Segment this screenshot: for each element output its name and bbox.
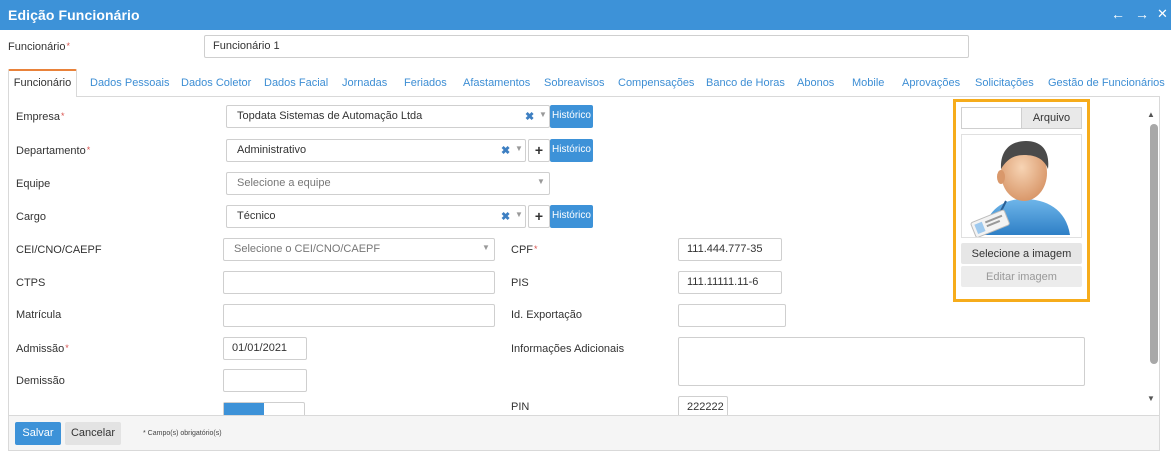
clear-icon[interactable]: ✖ (501, 144, 510, 157)
matricula-label: Matrícula (16, 309, 62, 321)
empresa-history-button[interactable]: Histórico (550, 105, 593, 128)
equipe-placeholder: Selecione a equipe (237, 177, 331, 189)
cei-select[interactable]: Selecione o CEI/CNO/CAEPF ▼ (223, 238, 495, 261)
departamento-value: Administrativo (237, 144, 307, 156)
informacoes-label: Informações Adicionais (511, 343, 625, 355)
admissao-label: Admissão* (16, 343, 69, 355)
id-exportacao-label: Id. Exportação (511, 309, 582, 321)
ctps-label: CTPS (16, 277, 46, 289)
chevron-down-icon: ▼ (515, 144, 523, 153)
id-exportacao-input[interactable] (678, 304, 786, 327)
scrollbar-thumb[interactable] (1150, 124, 1158, 364)
clear-icon[interactable]: ✖ (525, 110, 534, 123)
tab-gestao-de-funcionarios[interactable]: Gestão de Funcionários (1048, 69, 1165, 97)
pis-input[interactable]: 111.11111.11-6 (678, 271, 782, 294)
window-title: Edição Funcionário (8, 7, 140, 23)
pis-label: PIS (511, 277, 529, 289)
cargo-select[interactable]: Técnico ✖ ▼ (226, 205, 526, 228)
empresa-label: Empresa* (16, 111, 65, 123)
form-panel: Empresa* Topdata Sistemas de Automação L… (8, 97, 1160, 415)
pin-input[interactable]: 222222 (678, 396, 728, 415)
equipe-select[interactable]: Selecione a equipe ▼ (226, 172, 550, 195)
tab-funcionario[interactable]: Funcionário (8, 69, 77, 98)
cargo-history-button[interactable]: Histórico (550, 205, 593, 228)
demissao-label: Demissão (16, 375, 65, 387)
window-titlebar: Edição Funcionário ← → ✕ (0, 0, 1171, 30)
arrow-left-icon[interactable]: ← (1111, 6, 1125, 22)
save-button[interactable]: Salvar (15, 422, 61, 445)
file-browse-button[interactable]: Arquivo (1021, 108, 1081, 128)
cargo-value: Técnico (237, 210, 276, 222)
tab-aprovacoes[interactable]: Aprovações (902, 69, 960, 97)
chevron-down-icon: ▼ (539, 110, 547, 119)
empresa-select[interactable]: Topdata Sistemas de Automação Ltda ✖ ▼ (226, 105, 550, 128)
departamento-label: Departamento* (16, 145, 91, 157)
tab-mobile[interactable]: Mobile (852, 69, 884, 97)
departamento-select[interactable]: Administrativo ✖ ▼ (226, 139, 526, 162)
scroll-up-icon[interactable]: ▲ (1147, 110, 1155, 119)
toggle-switch[interactable] (223, 402, 305, 415)
tab-feriados[interactable]: Feriados (404, 69, 447, 97)
tab-afastamentos[interactable]: Afastamentos (463, 69, 530, 97)
departamento-add-button[interactable]: + (528, 139, 550, 162)
tab-dados-facial[interactable]: Dados Facial (264, 69, 328, 97)
chevron-down-icon: ▼ (515, 210, 523, 219)
equipe-label: Equipe (16, 178, 51, 190)
toggle-switch-on (224, 403, 264, 415)
tab-bar: Funcionário Dados Pessoais Dados Coletor… (8, 69, 1165, 98)
empresa-value: Topdata Sistemas de Automação Ltda (237, 110, 423, 122)
user-avatar-icon (970, 141, 1070, 238)
funcionario-input[interactable]: Funcionário 1 (204, 35, 969, 58)
tab-jornadas[interactable]: Jornadas (342, 69, 387, 97)
scroll-down-icon[interactable]: ▼ (1147, 394, 1155, 403)
informacoes-textarea[interactable] (678, 337, 1085, 386)
cpf-label: CPF* (511, 244, 538, 256)
departamento-history-button[interactable]: Histórico (550, 139, 593, 162)
photo-upload-box: Arquivo Selecione a imagem Editar imagem (953, 99, 1090, 302)
demissao-input[interactable] (223, 369, 307, 392)
clear-icon[interactable]: ✖ (501, 210, 510, 223)
admissao-input[interactable]: 01/01/2021 (223, 337, 307, 360)
tab-compensacoes[interactable]: Compensações (618, 69, 694, 97)
tab-dados-coletor[interactable]: Dados Coletor (181, 69, 251, 97)
avatar (961, 134, 1082, 238)
matricula-input[interactable] (223, 304, 495, 327)
chevron-down-icon: ▼ (482, 243, 490, 252)
tab-abonos[interactable]: Abonos (797, 69, 834, 97)
select-image-button[interactable]: Selecione a imagem (961, 243, 1082, 264)
cei-placeholder: Selecione o CEI/CNO/CAEPF (234, 243, 381, 255)
cargo-add-button[interactable]: + (528, 205, 550, 228)
funcionario-label: Funcionário* (8, 41, 70, 53)
chevron-down-icon: ▼ (537, 177, 545, 186)
ctps-input[interactable] (223, 271, 495, 294)
close-icon[interactable]: ✕ (1157, 6, 1168, 22)
tab-solicitacoes[interactable]: Solicitações (975, 69, 1034, 97)
cargo-label: Cargo (16, 211, 46, 223)
required-fields-note: * Campo(s) obrigatório(s) (143, 430, 222, 437)
arrow-right-icon[interactable]: → (1135, 6, 1149, 22)
pin-label: PIN (511, 401, 530, 413)
file-input[interactable]: Arquivo (961, 107, 1082, 129)
tab-dados-pessoais[interactable]: Dados Pessoais (90, 69, 170, 97)
edit-image-button[interactable]: Editar imagem (961, 266, 1082, 287)
form-footer: Salvar Cancelar * Campo(s) obrigatório(s… (8, 415, 1160, 451)
cancel-button[interactable]: Cancelar (65, 422, 121, 445)
cei-label: CEI/CNO/CAEPF (16, 244, 102, 256)
tab-sobreavisos[interactable]: Sobreavisos (544, 69, 605, 97)
tab-banco-de-horas[interactable]: Banco de Horas (706, 69, 785, 97)
cpf-input[interactable]: 111.444.777-35 (678, 238, 782, 261)
